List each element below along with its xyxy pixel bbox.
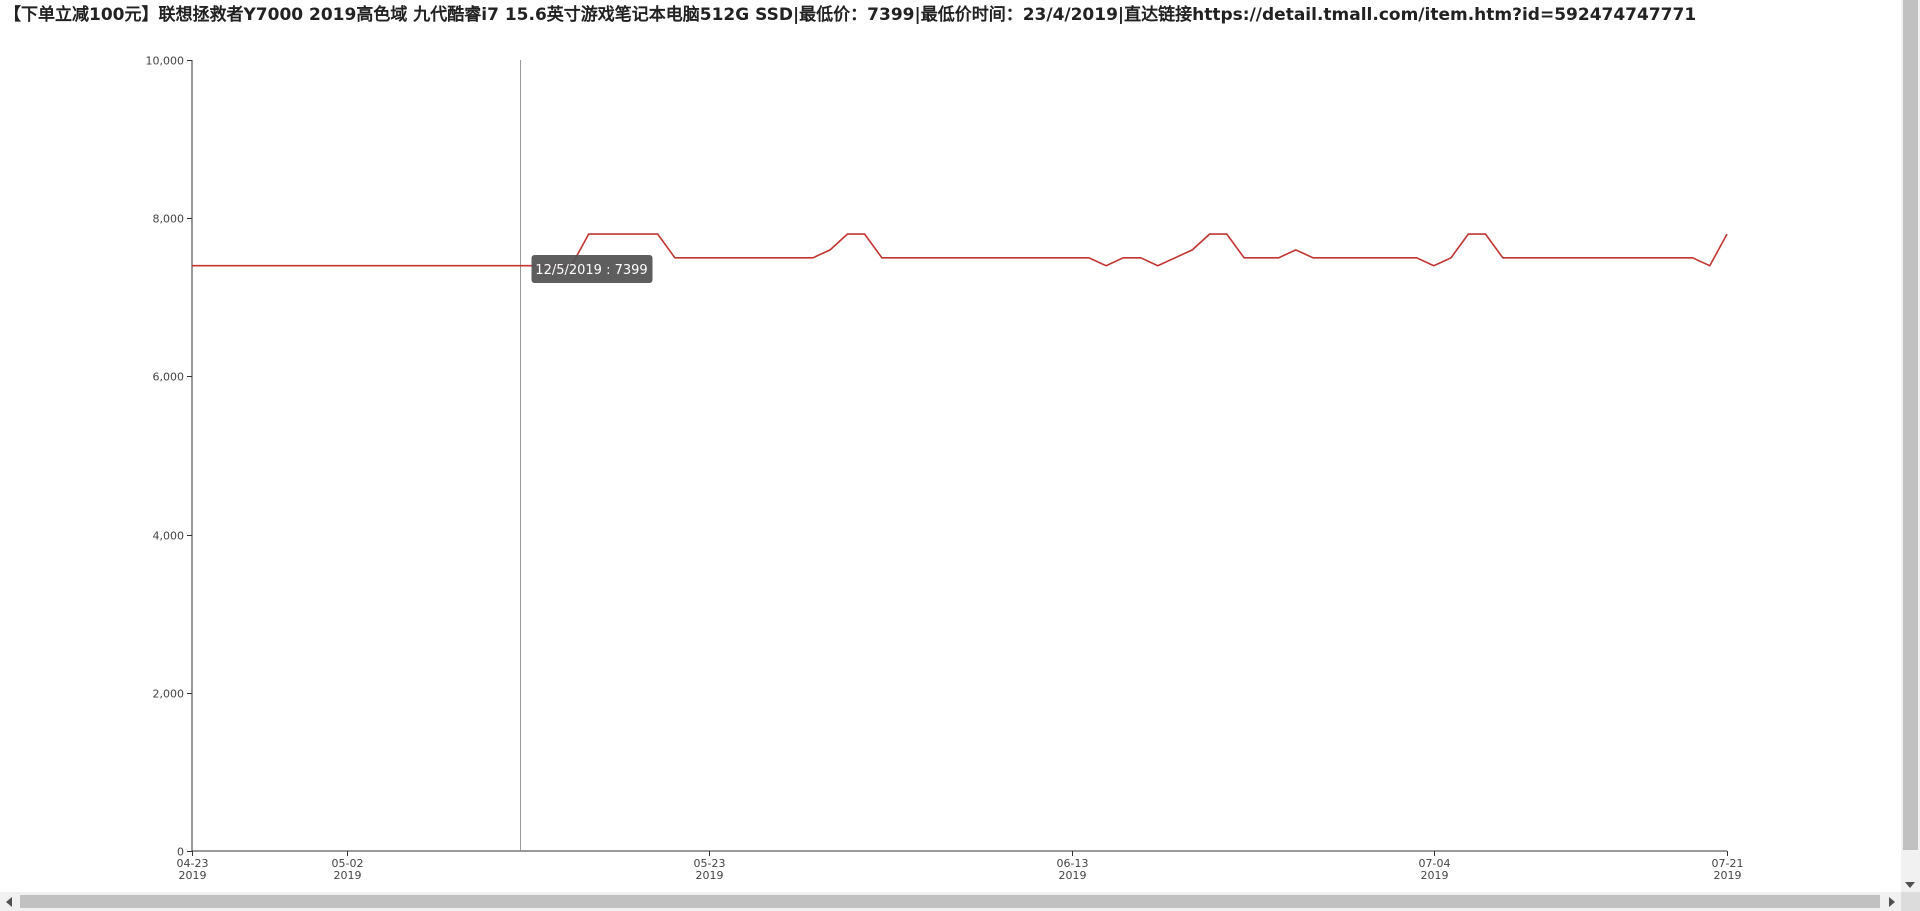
horizontal-scrollbar[interactable] bbox=[0, 892, 1901, 911]
scrollbar-corner bbox=[1901, 892, 1920, 911]
price-series-line bbox=[192, 233, 1728, 267]
page: 【下单立减100元】联想拯救者Y7000 2019高色域 九代酷睿i7 15.6… bbox=[0, 0, 1920, 911]
y-tick-label: 4,000 bbox=[153, 530, 185, 543]
y-tick-label: 2,000 bbox=[153, 688, 185, 701]
axes: 02,0004,0006,0008,00010,00004-23201905-0… bbox=[146, 55, 1744, 883]
y-tick-label: 10,000 bbox=[146, 55, 185, 68]
y-tick-label: 6,000 bbox=[153, 371, 185, 384]
x-tick-year-label: 2019 bbox=[179, 869, 207, 882]
x-tick-year-label: 2019 bbox=[696, 869, 724, 882]
x-tick-year-label: 2019 bbox=[1059, 869, 1087, 882]
vertical-scrollbar-thumb[interactable] bbox=[1903, 0, 1918, 850]
x-tick-year-label: 2019 bbox=[1421, 869, 1449, 882]
scroll-right-arrow-icon[interactable] bbox=[1889, 897, 1895, 907]
x-tick-year-label: 2019 bbox=[1714, 869, 1742, 882]
price-history-chart[interactable]: 02,0004,0006,0008,00010,00004-23201905-0… bbox=[0, 0, 1900, 892]
horizontal-scrollbar-thumb[interactable] bbox=[20, 895, 1880, 908]
series-layer bbox=[192, 233, 1728, 267]
scroll-left-arrow-icon[interactable] bbox=[6, 897, 12, 907]
vertical-scrollbar[interactable] bbox=[1901, 0, 1920, 892]
scroll-down-arrow-icon[interactable] bbox=[1905, 882, 1915, 888]
y-tick-label: 8,000 bbox=[153, 213, 185, 226]
x-tick-year-label: 2019 bbox=[334, 869, 362, 882]
tooltip-text: 12/5/2019 : 7399 bbox=[535, 263, 647, 278]
tooltip: 12/5/2019 : 7399 bbox=[531, 255, 653, 283]
